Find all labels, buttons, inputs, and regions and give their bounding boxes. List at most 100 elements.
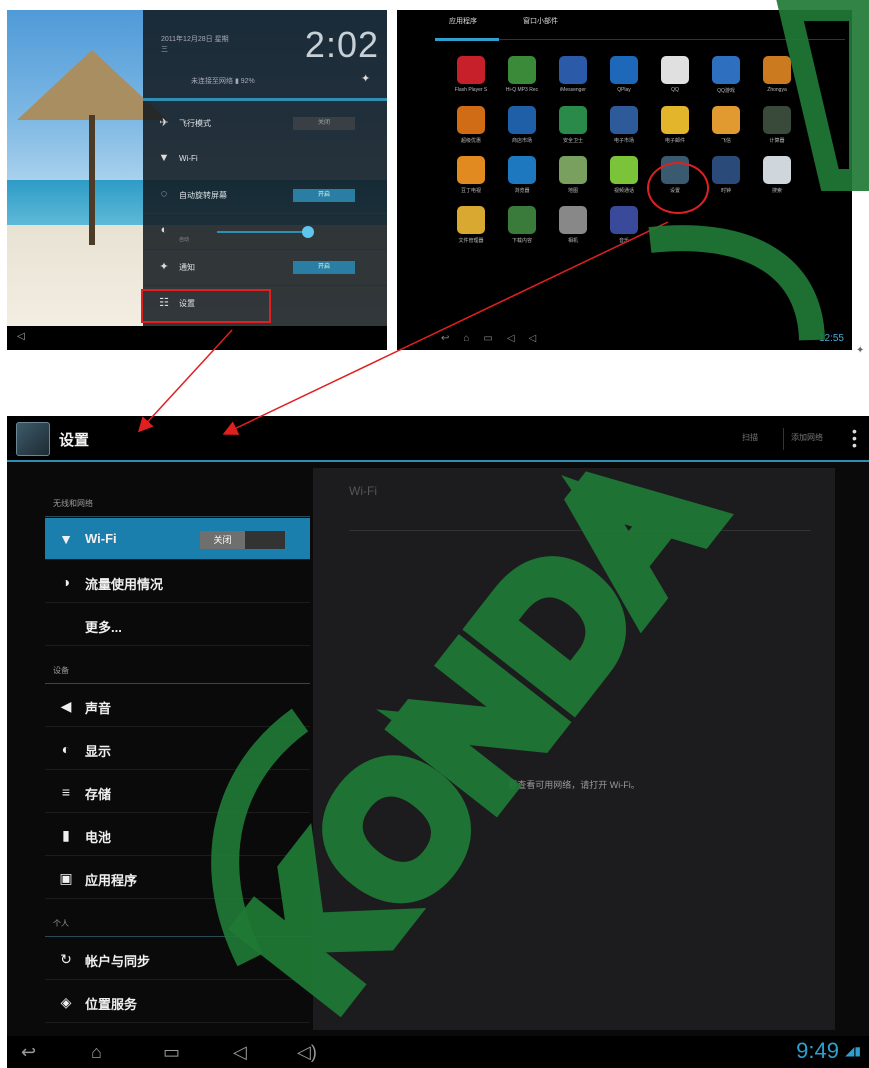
- settings-item[interactable]: ◐ 显示: [45, 728, 310, 770]
- settings-item[interactable]: ◈ 位置服务: [45, 981, 310, 1023]
- app-icon[interactable]: 相机: [551, 206, 595, 250]
- app-icon-graphic: [610, 56, 638, 84]
- quick-row-rotate[interactable]: ◌ 自动旋转屏幕 开启: [143, 178, 387, 214]
- section-divider: [45, 516, 310, 517]
- quick-row-notifications[interactable]: ✦ 通知 开启: [143, 250, 387, 286]
- tab-active-indicator: [435, 38, 499, 41]
- quick-row-wifi[interactable]: ▼ Wi-Fi: [143, 142, 387, 178]
- settings-item-label: 位置服务: [85, 997, 138, 1012]
- brightness-slider-knob[interactable]: [302, 226, 314, 238]
- app-drawer-screenshot: 应用程序 窗口小部件 Flash Player S Hi-Q MP3 Rec iMe…: [397, 10, 852, 350]
- app-icon[interactable]: QQ: [653, 56, 697, 100]
- settings-screenshot: 设置 扫描 添加网络 • • • 无线和网络 ▼ Wi-Fi 关闭 ◑ 流量使用情况 更多...…: [7, 416, 869, 1068]
- apps-icon: ▣: [59, 870, 73, 886]
- app-icon[interactable]: 视频通话: [602, 156, 646, 200]
- add-network-button[interactable]: 添加网络: [791, 432, 823, 443]
- app-icon[interactable]: 文件管理器: [449, 206, 493, 250]
- app-label: 地图: [567, 188, 578, 194]
- airplane-toggle[interactable]: 关闭: [293, 117, 355, 130]
- settings-item[interactable]: ↻ 帐户与同步: [45, 938, 310, 980]
- app-icon-graphic: [610, 106, 638, 134]
- detail-divider: [349, 530, 811, 531]
- app-icon[interactable]: QQ游戏: [704, 56, 748, 100]
- volume-up-icon[interactable]: ◁): [297, 1042, 317, 1063]
- app-icon[interactable]: 地图: [551, 156, 595, 200]
- wifi-off-message: 要查看可用网络，请打开 Wi-Fi。: [508, 780, 640, 790]
- app-icon-graphic: [712, 56, 740, 84]
- tab-widgets[interactable]: 窗口小部件: [523, 16, 558, 26]
- status-clock: 9:49: [796, 1038, 839, 1063]
- settings-item[interactable]: ▼ Wi-Fi 关闭: [45, 518, 310, 560]
- app-icon-graphic: [559, 206, 587, 234]
- notification-shade-screenshot: 2011年12月28日 星期三 2:02 未连接至网络 ▮ 92% ✦ ✈ 飞行…: [7, 10, 387, 350]
- app-icon[interactable]: 搜索: [755, 156, 799, 200]
- app-icon[interactable]: Zhongya: [755, 56, 799, 100]
- settings-app-icon[interactable]: [16, 422, 50, 456]
- volume-down-icon[interactable]: ◁: [233, 1042, 247, 1063]
- app-label: 时钟: [720, 188, 731, 194]
- settings-item[interactable]: ▮ 电池: [45, 814, 310, 856]
- tab-apps[interactable]: 应用程序: [449, 16, 477, 26]
- notification-toggle[interactable]: 开启: [293, 261, 355, 274]
- status-clock: 12:55: [818, 333, 844, 344]
- app-label: 超级优惠: [460, 138, 481, 144]
- settings-item[interactable]: ◀ 声音: [45, 685, 310, 727]
- app-icon[interactable]: QPlay: [602, 56, 646, 100]
- nav-buttons[interactable]: ↩⌂▭◁◁: [441, 333, 550, 344]
- app-icon[interactable]: 商店市场: [500, 106, 544, 150]
- notification-settings-icon[interactable]: ✦: [361, 72, 370, 85]
- app-icon[interactable]: 超级优惠: [449, 106, 493, 150]
- app-label: QQ: [671, 87, 679, 93]
- app-label: 电子邮件: [664, 138, 685, 144]
- settings-item-label: 电池: [85, 830, 112, 845]
- speaker-icon: ◀: [60, 698, 72, 714]
- rotate-toggle[interactable]: 开启: [293, 189, 355, 202]
- rotate-icon: ◌: [160, 188, 168, 200]
- app-icon[interactable]: 音乐: [602, 206, 646, 250]
- app-icon-graphic: [457, 56, 485, 84]
- app-icon[interactable]: Flash Player S: [449, 56, 493, 100]
- volume-icon[interactable]: ◁: [17, 331, 25, 342]
- app-icon[interactable]: 下载内容: [500, 206, 544, 250]
- app-icon-graphic: [610, 206, 638, 234]
- scan-button[interactable]: 扫描: [742, 432, 758, 443]
- app-icon[interactable]: 时钟: [704, 156, 748, 200]
- section-header: 个人: [53, 919, 69, 928]
- app-icon[interactable]: 电子市场: [602, 106, 646, 150]
- settings-item[interactable]: ≡ 存储: [45, 771, 310, 813]
- app-icon[interactable]: 安全卫士: [551, 106, 595, 150]
- app-icon-graphic: [508, 106, 536, 134]
- wifi-toggle[interactable]: 关闭: [200, 531, 285, 549]
- app-icon[interactable]: 电子邮件: [653, 106, 697, 150]
- settings-item[interactable]: ◑ 流量使用情况: [45, 561, 310, 603]
- section-header: 无线和网络: [53, 499, 93, 508]
- app-label: 搜索: [771, 188, 782, 194]
- app-icon-graphic: [508, 206, 536, 234]
- home-icon[interactable]: ⌂: [91, 1042, 102, 1063]
- app-icon[interactable]: Hi-Q MP3 Rec: [500, 56, 544, 100]
- settings-item[interactable]: 更多...: [45, 604, 310, 646]
- quick-row-label: 自动旋转屏幕: [179, 191, 227, 200]
- app-icon-graphic: [763, 56, 791, 84]
- action-divider: [783, 428, 784, 450]
- blank-icon: [57, 616, 75, 634]
- quick-row-label: 通知: [179, 263, 195, 272]
- app-icon[interactable]: 豆丁电视: [449, 156, 493, 200]
- back-icon[interactable]: ↩: [21, 1042, 36, 1063]
- app-label: 豆丁电视: [460, 188, 481, 194]
- app-icon-graphic: [661, 56, 689, 84]
- settings-item-label: 存储: [85, 787, 112, 802]
- settings-item-label: 应用程序: [85, 873, 138, 888]
- app-label: 相机: [567, 238, 578, 244]
- settings-item[interactable]: ▣ 应用程序: [45, 857, 310, 899]
- app-icon[interactable]: 计算器: [755, 106, 799, 150]
- quick-row-brightness[interactable]: ◐ 自动: [143, 214, 387, 250]
- app-icon[interactable]: 浏览器: [500, 156, 544, 200]
- recent-apps-icon[interactable]: ▭: [163, 1042, 180, 1063]
- app-icon[interactable]: 飞信: [704, 106, 748, 150]
- brightness-slider[interactable]: [217, 231, 307, 233]
- overflow-menu-icon[interactable]: • • •: [852, 424, 857, 452]
- quick-row-airplane[interactable]: ✈ 飞行模式 关闭: [143, 106, 387, 142]
- location-icon: ◈: [60, 994, 72, 1010]
- app-icon[interactable]: iMessenger: [551, 56, 595, 100]
